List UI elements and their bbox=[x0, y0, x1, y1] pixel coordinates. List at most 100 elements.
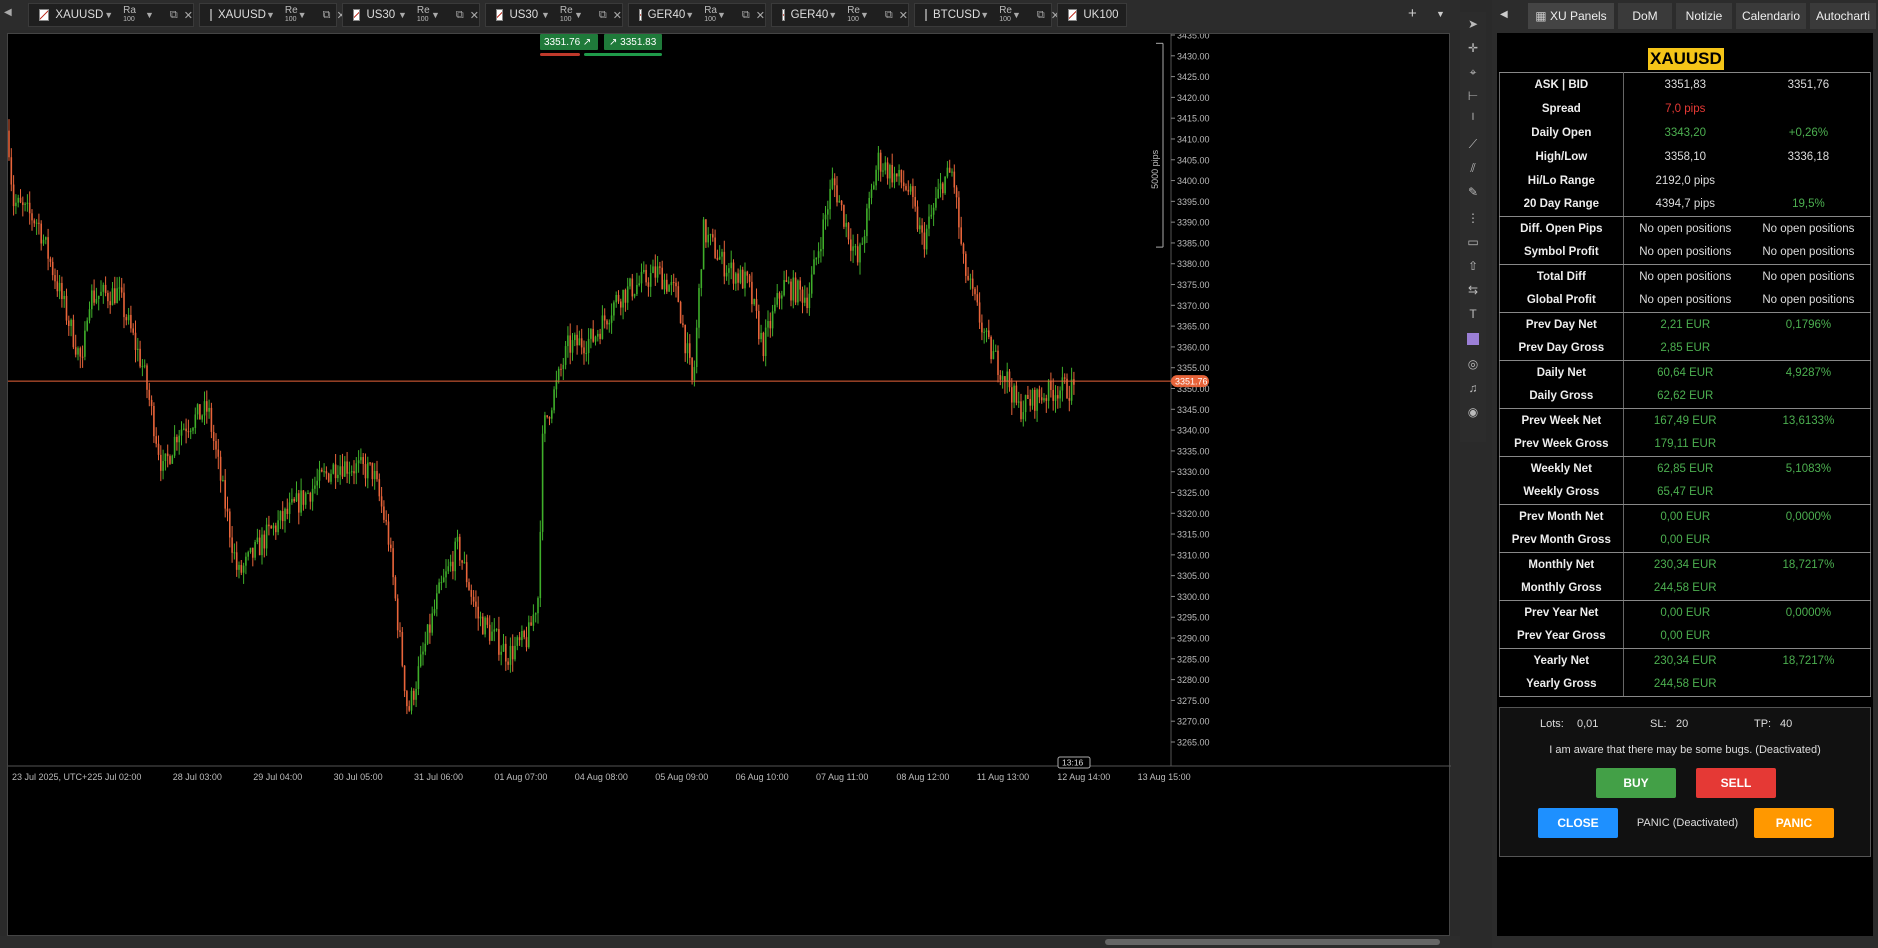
chevron-down-icon[interactable]: ▼ bbox=[145, 10, 154, 20]
quick-buy-price[interactable]: ↗ 3351.83 bbox=[609, 37, 657, 48]
tab-calendario[interactable]: Calendario bbox=[1736, 3, 1806, 29]
add-tab-icon[interactable]: + bbox=[1408, 5, 1417, 22]
symbol-tab[interactable]: UK100 bbox=[1057, 3, 1127, 27]
color-picker-icon[interactable] bbox=[1463, 328, 1483, 348]
cursor-icon[interactable]: ➤ bbox=[1463, 14, 1483, 34]
sl-value[interactable]: 20 bbox=[1676, 718, 1688, 730]
scroll-left-icon[interactable]: ◀ bbox=[4, 7, 12, 18]
candle-body bbox=[346, 461, 348, 474]
zoom-icon[interactable]: ⌖ bbox=[1463, 62, 1483, 82]
price-range-icon[interactable]: ⇆ bbox=[1463, 280, 1483, 300]
candle-body bbox=[951, 171, 953, 173]
detach-icon[interactable]: ⧉ bbox=[599, 9, 607, 22]
chevron-down-icon[interactable]: ▼ bbox=[298, 10, 307, 20]
chevron-down-icon[interactable]: ▼ bbox=[1012, 10, 1021, 20]
symbol-tab[interactable]: GER40 ▼ Ra 100 ▼ ⧉ ✕ bbox=[628, 3, 766, 27]
rectangle-icon[interactable]: ▭ bbox=[1463, 232, 1483, 252]
pen-icon[interactable]: ✎ bbox=[1463, 182, 1483, 202]
arrow-icon[interactable]: ⇧ bbox=[1463, 256, 1483, 276]
tab-xu-panels[interactable]: ▦ XU Panels bbox=[1528, 3, 1614, 29]
symbol-tab[interactable]: US30 ▼ Re 100 ▼ ⧉ ✕ bbox=[342, 3, 480, 27]
lots-value[interactable]: 0,01 bbox=[1577, 718, 1598, 730]
close-icon[interactable]: ✕ bbox=[756, 9, 765, 22]
collapse-sidebar-icon[interactable]: ◀ bbox=[1500, 9, 1508, 20]
bug-warning-text[interactable]: I am aware that there may be some bugs. … bbox=[1500, 744, 1870, 756]
chevron-down-icon[interactable]: ▼ bbox=[266, 10, 275, 20]
close-icon[interactable]: ✕ bbox=[899, 9, 908, 22]
candlestick-chart[interactable]: 3435.00 3430.00 3425.00 3420.00 3415.00 3410.… bbox=[8, 31, 1451, 937]
detach-icon[interactable]: ⧉ bbox=[1037, 9, 1045, 22]
symbol-tab[interactable]: GER40 ▼ Re 100 ▼ ⧉ ✕ bbox=[771, 3, 909, 27]
chevron-down-icon[interactable]: ▼ bbox=[685, 10, 694, 20]
tp-value[interactable]: 40 bbox=[1780, 718, 1792, 730]
alert-bell-icon[interactable]: ♫ bbox=[1463, 378, 1483, 398]
candle-body bbox=[422, 651, 424, 655]
candle-body bbox=[574, 334, 576, 341]
detach-icon[interactable]: ⧉ bbox=[170, 9, 178, 22]
timeframe-label[interactable]: Re 100 bbox=[560, 6, 574, 24]
candle-body bbox=[971, 278, 974, 289]
symbol-tab[interactable]: BTCUSD ▼ Re 100 ▼ ⧉ ✕ bbox=[914, 3, 1060, 27]
candle-body bbox=[150, 399, 153, 406]
candle-body bbox=[636, 284, 638, 295]
chevron-down-icon[interactable]: ▼ bbox=[104, 10, 113, 20]
close-button[interactable]: CLOSE bbox=[1538, 808, 1618, 838]
candle-body bbox=[824, 214, 827, 220]
close-icon[interactable]: ✕ bbox=[470, 9, 479, 22]
vertical-line-icon[interactable]: ╵ bbox=[1463, 110, 1483, 130]
replay-icon[interactable]: ◉ bbox=[1463, 402, 1483, 422]
tab-dom[interactable]: DoM bbox=[1618, 3, 1672, 29]
tab-autocharti[interactable]: Autocharti bbox=[1810, 3, 1876, 29]
tab-notizie[interactable]: Notizie bbox=[1676, 3, 1732, 29]
scrollbar-thumb[interactable] bbox=[1105, 939, 1440, 945]
close-icon[interactable]: ✕ bbox=[184, 9, 193, 22]
quick-sell-price[interactable]: 3351.76 ↗ bbox=[544, 37, 591, 48]
candle-body bbox=[189, 430, 192, 432]
timeframe-label[interactable]: Re 100 bbox=[999, 6, 1012, 24]
candle-body bbox=[275, 525, 277, 533]
symbol-tab[interactable]: XAUUSD ▼ Ra 100 ▼ ⧉ ✕ bbox=[28, 3, 194, 27]
chevron-down-icon[interactable]: ▼ bbox=[541, 10, 550, 20]
trendline-icon[interactable]: ⟋ bbox=[1463, 134, 1483, 154]
close-icon[interactable]: ✕ bbox=[613, 9, 622, 22]
chevron-down-icon[interactable]: ▼ bbox=[717, 10, 726, 20]
panic-button[interactable]: PANIC bbox=[1754, 808, 1834, 838]
candle-body bbox=[1043, 398, 1045, 401]
detach-icon[interactable]: ⧉ bbox=[456, 9, 464, 22]
price-chart[interactable]: 3435.00 3430.00 3425.00 3420.00 3415.00 3410.… bbox=[7, 31, 1451, 937]
symbol-tab[interactable]: XAUUSD▼Re100▼⧉✕ bbox=[199, 3, 346, 27]
stat-value: No open positions bbox=[1622, 240, 1747, 265]
chevron-down-icon[interactable]: ▼ bbox=[431, 10, 440, 20]
tab-symbol: XAUUSD bbox=[218, 9, 266, 21]
timeframe-label[interactable]: Re 100 bbox=[285, 6, 298, 24]
stat-value: No open positions bbox=[1622, 264, 1747, 289]
chevron-down-icon[interactable]: ▼ bbox=[980, 10, 989, 20]
timeframe-label[interactable]: Re 100 bbox=[417, 6, 431, 24]
channel-icon[interactable]: ⫽ bbox=[1463, 158, 1483, 178]
candle-body bbox=[406, 691, 408, 707]
text-icon[interactable]: T bbox=[1463, 304, 1483, 324]
detach-icon[interactable]: ⧉ bbox=[323, 9, 331, 22]
buy-button[interactable]: BUY bbox=[1596, 768, 1676, 798]
tabs-menu-icon[interactable]: ▼ bbox=[1436, 9, 1445, 19]
candle-body bbox=[521, 631, 523, 641]
crosshair-icon[interactable]: ✛ bbox=[1463, 38, 1483, 58]
detach-icon[interactable]: ⧉ bbox=[885, 9, 893, 22]
timeframe-label[interactable]: Ra 100 bbox=[123, 6, 145, 24]
stat-percent: 18,7217% bbox=[1746, 648, 1871, 673]
sell-button[interactable]: SELL bbox=[1696, 768, 1776, 798]
candle-body bbox=[994, 350, 997, 352]
chevron-down-icon[interactable]: ▼ bbox=[860, 10, 869, 20]
symbol-tab[interactable]: US30 ▼ Re 100 ▼ ⧉ ✕ bbox=[485, 3, 623, 27]
detach-icon[interactable]: ⧉ bbox=[742, 9, 750, 22]
timeframe-label[interactable]: Re 100 bbox=[847, 6, 860, 24]
chevron-down-icon[interactable]: ▼ bbox=[828, 10, 837, 20]
chevron-down-icon[interactable]: ▼ bbox=[398, 10, 407, 20]
camera-icon[interactable]: ◎ bbox=[1463, 354, 1483, 374]
candle-body bbox=[22, 202, 24, 205]
fibonacci-icon[interactable]: ⋮ bbox=[1463, 208, 1483, 228]
candle-body bbox=[196, 404, 199, 415]
chevron-down-icon[interactable]: ▼ bbox=[574, 10, 583, 20]
timeframe-label[interactable]: Ra 100 bbox=[704, 6, 717, 24]
measure-icon[interactable]: ⊢ bbox=[1463, 86, 1483, 106]
